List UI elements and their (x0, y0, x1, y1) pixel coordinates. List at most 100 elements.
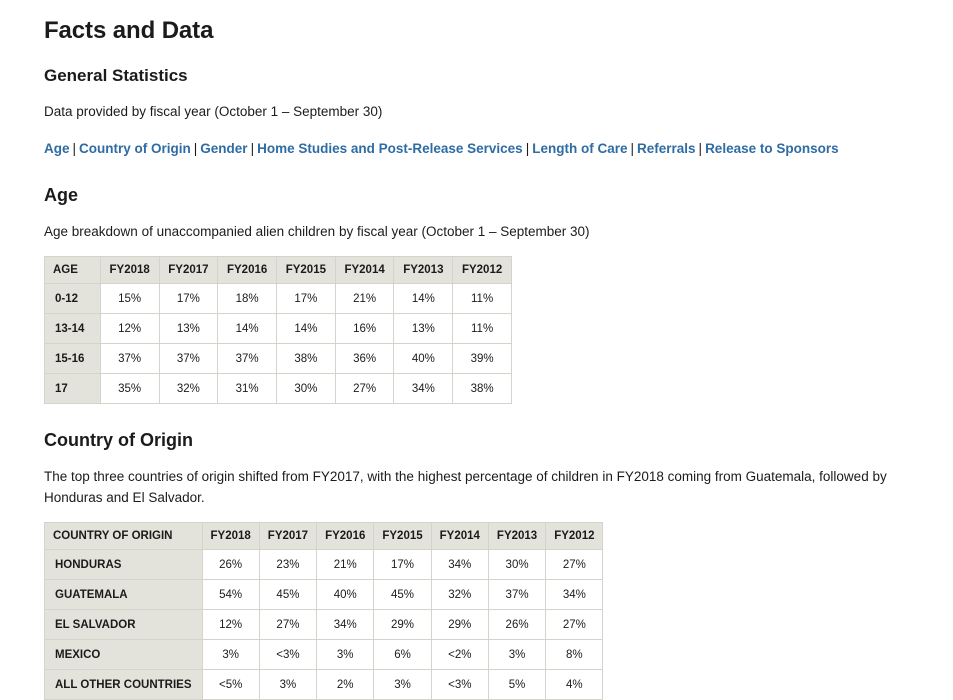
age-cell: 39% (452, 343, 512, 374)
country-cell: <3% (258, 639, 318, 670)
table-row: 13-14 12% 13% 14% 14% 16% 13% 11% (44, 313, 512, 344)
age-table-body: 0-12 15% 17% 18% 17% 21% 14% 11% 13-14 12% 13% 14% 1… (44, 283, 512, 404)
age-row-label: 0-12 (44, 283, 101, 314)
age-cell: 37% (158, 343, 219, 374)
age-cell: 21% (334, 283, 395, 314)
age-row-label: 15-16 (44, 343, 101, 374)
nav-link-referrals[interactable]: Referrals (637, 141, 696, 156)
country-column-header: FY2015 (373, 522, 432, 550)
age-cell: 31% (217, 373, 277, 404)
table-row: 17 35% 32% 31% 30% 27% 34% 38% (44, 373, 512, 404)
country-cell: 5% (487, 669, 547, 700)
age-cell: 35% (99, 373, 160, 404)
nav-link-gender[interactable]: Gender (200, 141, 247, 156)
nav-link-release-to-sponsors[interactable]: Release to Sponsors (705, 141, 839, 156)
country-cell: 27% (545, 549, 604, 580)
general-statistics-heading: General Statistics (44, 66, 188, 85)
age-column-header: FY2016 (217, 256, 277, 284)
country-cell: 34% (430, 549, 489, 580)
nav-link-home-studies-and-post-release-services[interactable]: Home Studies and Post-Release Services (257, 141, 523, 156)
country-cell: 27% (258, 609, 318, 640)
age-row-label: 13-14 (44, 313, 101, 344)
nav-link-country-of-origin[interactable]: Country of Origin (79, 141, 191, 156)
nav-separator: | (698, 141, 703, 156)
country-cell: 45% (373, 579, 432, 610)
page-container: Facts and Data General Statistics Data p… (0, 0, 953, 700)
country-row-label: MEXICO (44, 639, 203, 670)
age-column-header: AGE (44, 256, 101, 284)
age-cell: 11% (452, 283, 512, 314)
country-cell: 21% (316, 549, 375, 580)
country-column-header: COUNTRY OF ORIGIN (44, 522, 203, 550)
country-row-label: EL SALVADOR (44, 609, 203, 640)
country-cell: 27% (545, 609, 604, 640)
country-cell: 29% (373, 609, 432, 640)
table-row: 15-16 37% 37% 37% 38% 36% 40% 39% (44, 343, 512, 374)
age-table-head: AGE FY2018 FY2017 FY2016 FY2015 FY2014 FY2013 F… (44, 256, 512, 284)
country-column-header: FY2017 (258, 522, 318, 550)
age-row-label: 17 (44, 373, 101, 404)
country-cell: 29% (430, 609, 489, 640)
country-cell: 34% (316, 609, 375, 640)
age-cell: 14% (217, 313, 277, 344)
age-cell: 37% (217, 343, 277, 374)
country-section-heading: Country of Origin (44, 430, 193, 450)
age-cell: 38% (276, 343, 336, 374)
nav-separator: | (72, 141, 77, 156)
age-cell: 27% (334, 373, 395, 404)
country-cell: 6% (373, 639, 432, 670)
nav-link-length-of-care[interactable]: Length of Care (532, 141, 627, 156)
country-cell: <3% (430, 669, 489, 700)
age-cell: 38% (452, 373, 512, 404)
country-of-origin-table: COUNTRY OF ORIGIN FY2018 FY2017 FY2016 FY201… (44, 522, 604, 700)
country-column-header: FY2013 (487, 522, 547, 550)
age-column-header: FY2015 (276, 256, 336, 284)
country-cell: 3% (201, 639, 260, 670)
table-header-row: COUNTRY OF ORIGIN FY2018 FY2017 FY2016 FY201… (44, 522, 604, 550)
section-nav-links: Age | Country of Origin | Gender | Home Studie… (44, 139, 933, 159)
country-cell: 40% (316, 579, 375, 610)
age-section-description: Age breakdown of unaccompanied alien chi… (44, 224, 590, 239)
age-cell: 16% (334, 313, 395, 344)
country-cell: 34% (545, 579, 604, 610)
country-cell: 8% (545, 639, 604, 670)
country-cell: 26% (201, 549, 260, 580)
country-column-header: FY2014 (430, 522, 489, 550)
country-column-header: FY2018 (201, 522, 260, 550)
age-cell: 36% (334, 343, 395, 374)
age-column-header: FY2014 (334, 256, 395, 284)
age-cell: 14% (276, 313, 336, 344)
country-row-label: HONDURAS (44, 549, 203, 580)
age-cell: 30% (276, 373, 336, 404)
age-column-header: FY2013 (393, 256, 454, 284)
country-cell: 32% (430, 579, 489, 610)
age-cell: 18% (217, 283, 277, 314)
country-cell: 2% (316, 669, 375, 700)
table-row: 0-12 15% 17% 18% 17% 21% 14% 11% (44, 283, 512, 314)
table-row: ALL OTHER COUNTRIES <5% 3% 2% 3% <3% 5% 4% (44, 669, 604, 700)
age-cell: 15% (99, 283, 160, 314)
country-table-body: HONDURAS 26% 23% 21% 17% 34% 30% 27% GUATEMALA 54… (44, 549, 604, 700)
nav-link-age[interactable]: Age (44, 141, 70, 156)
country-cell: 12% (201, 609, 260, 640)
country-cell: 23% (258, 549, 318, 580)
country-row-label: ALL OTHER COUNTRIES (44, 669, 203, 700)
country-cell: 3% (258, 669, 318, 700)
page-title: Facts and Data (44, 17, 214, 44)
country-cell: 3% (373, 669, 432, 700)
country-section-description: The top three countries of origin shifte… (44, 469, 887, 505)
age-cell: 14% (393, 283, 454, 314)
country-cell: 30% (487, 549, 547, 580)
age-section-heading: Age (44, 185, 79, 205)
age-cell: 17% (276, 283, 336, 314)
nav-separator: | (630, 141, 634, 156)
age-cell: 13% (393, 313, 454, 344)
age-column-header: FY2012 (452, 256, 512, 284)
nav-separator: | (193, 141, 198, 156)
country-cell: 45% (258, 579, 318, 610)
nav-separator: | (525, 141, 530, 156)
country-cell: 4% (545, 669, 604, 700)
country-column-header: FY2016 (316, 522, 375, 550)
country-column-header: FY2012 (545, 522, 604, 550)
age-cell: 13% (158, 313, 219, 344)
